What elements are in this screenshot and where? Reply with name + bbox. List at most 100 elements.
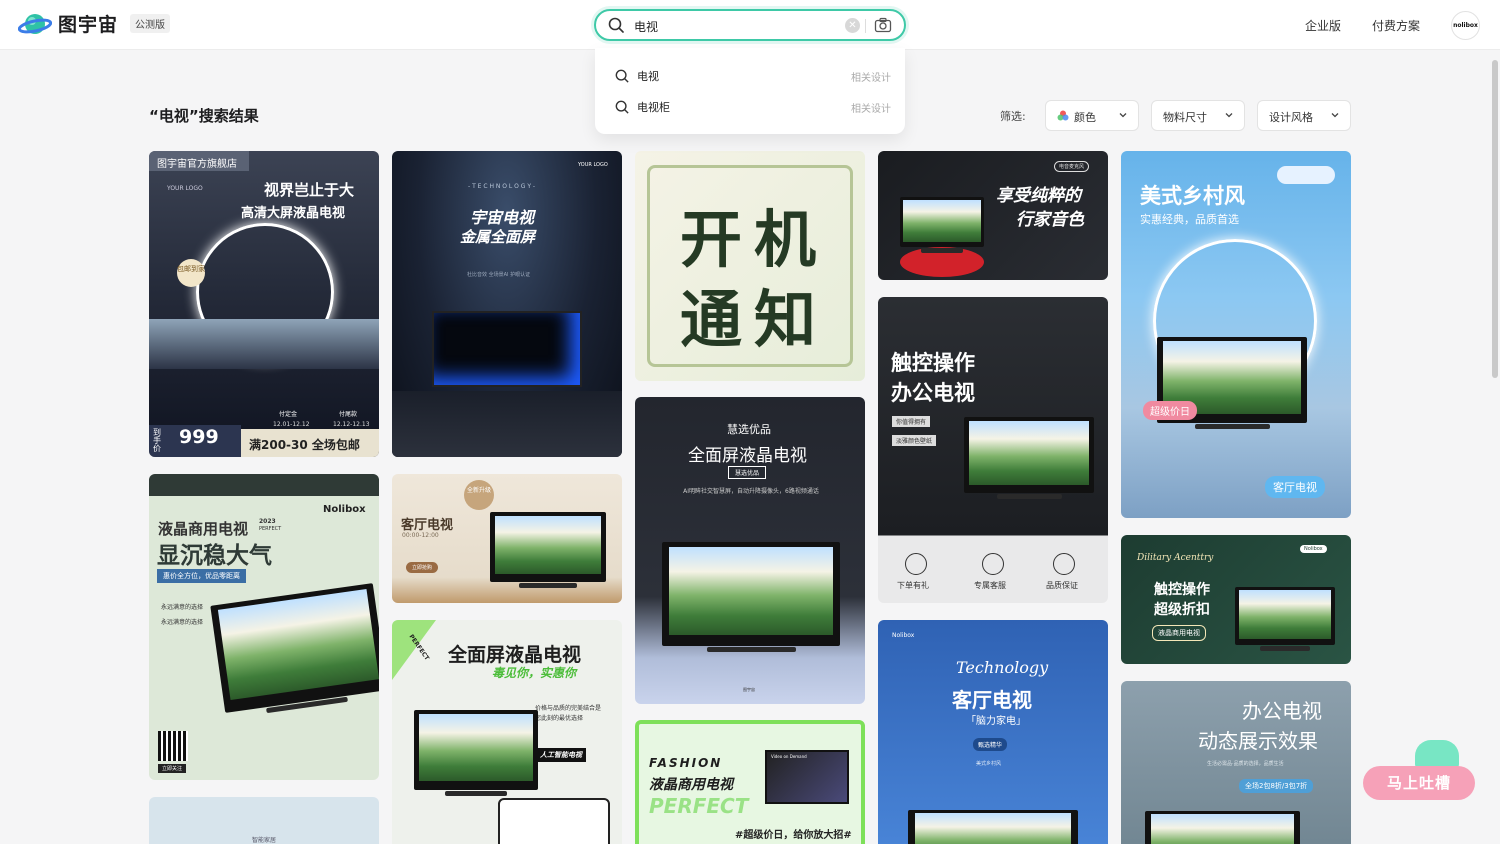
perfect-text: PERFECT — [259, 526, 282, 532]
template-card[interactable]: FASHION 液晶商用电视 PERFECT Video on Demand #… — [635, 720, 865, 844]
year-text: 2023 — [259, 518, 276, 525]
card-subheading: 办公电视 — [891, 381, 975, 405]
buy-button[interactable]: 立即抢购 — [406, 562, 439, 573]
brand-text: Nolibox — [323, 504, 366, 515]
pricing-link[interactable]: 付费方案 — [1372, 17, 1420, 34]
chevron-down-icon — [1118, 110, 1128, 123]
page-scrollbar[interactable] — [1492, 60, 1498, 378]
deposit-label: 付定金 — [279, 411, 298, 418]
filter-text: 颜色 — [1074, 111, 1096, 124]
card-subheading: 显沉稳大气 — [157, 543, 272, 569]
chevron-down-icon — [1224, 110, 1234, 123]
template-card[interactable]: 电音麦克风 享受纯粹的 行家音色 — [878, 151, 1108, 280]
delivery-badge: 包邮到家 — [177, 259, 205, 287]
feature-text: 杜比音效 全场景AI 护眼认证 — [467, 272, 531, 278]
device-frame — [498, 798, 610, 844]
suggestion-text: 电视柜 — [637, 101, 670, 114]
sea-horizon — [149, 319, 379, 369]
desc-text: 美式乡村风 — [976, 761, 1002, 767]
search-suggestions: 电视 相关设计 电视柜 相关设计 — [595, 48, 905, 134]
template-card[interactable]: 办公电视 动态展示效果 生活必需品·品质的选择，品质生活 全场2包8折/3包7折 — [1121, 681, 1351, 844]
card-tag: 慧选优品 — [728, 466, 767, 479]
script-text: Technology — [956, 658, 1049, 677]
tv-image — [1235, 587, 1335, 651]
card-heading: 开机 — [680, 203, 829, 276]
camera-icon[interactable] — [874, 17, 892, 37]
service-icon — [982, 553, 1004, 575]
tv-image — [1145, 811, 1300, 844]
search-icon — [608, 17, 624, 37]
price-tag: 到手价 — [153, 428, 161, 453]
icon-label: 下单有礼 — [897, 581, 929, 590]
thumbs-up-icon — [1053, 553, 1075, 575]
card-heading: FASHION — [649, 756, 723, 770]
tech-label: - T E C H N O L O G Y - — [468, 183, 536, 190]
category-button[interactable]: 客厅电视 — [1265, 476, 1325, 498]
tv-image — [908, 810, 1078, 844]
template-card[interactable]: 触控操作 办公电视 你值得拥有 淡雅颜色壁纸 下单有礼 专属客服 品质保证 — [878, 297, 1108, 603]
enterprise-link[interactable]: 企业版 — [1305, 17, 1341, 34]
qr-label: 立即关注 — [158, 764, 187, 773]
card-tag: 全场2包8折/3包7折 — [1239, 779, 1314, 793]
clear-icon[interactable]: ✕ — [845, 18, 860, 33]
suggestion-item[interactable]: 电视柜 相关设计 — [595, 91, 905, 121]
brand-logo[interactable]: 图宇宙 公测版 — [17, 10, 171, 37]
template-card[interactable]: 美式乡村风 实惠经典，品质首选 超级价日 客厅电视 — [1121, 151, 1351, 518]
card-subheading: 毒见你，实惠你 — [492, 666, 577, 680]
tv-image — [414, 710, 538, 796]
date-range: 12.01-12.12 — [273, 421, 310, 428]
script-text: Dilitary Acenttry — [1137, 553, 1214, 563]
tv-image — [432, 311, 582, 387]
seal-badge: 全新升级 — [464, 480, 494, 510]
suggestion-item[interactable]: 电视 相关设计 — [595, 60, 905, 90]
logo-pill — [1277, 166, 1335, 184]
color-wheel-icon — [1057, 110, 1069, 125]
template-card[interactable]: Nolibox Technology 客厅电视 「脑力家电」 甄选精华 美式乡村… — [878, 620, 1108, 844]
desc-text: 价格与品质的完美结合是您此刻的最优选择 — [535, 705, 602, 722]
filter-text: 物料尺寸 — [1163, 111, 1207, 124]
card-heading: 全面屏液晶电视 — [688, 446, 807, 466]
template-card[interactable]: 客厅电视 00:00-12:00 立即抢购 全新升级 — [392, 474, 622, 603]
size-filter[interactable]: 物料尺寸 — [1151, 100, 1245, 131]
feedback-button[interactable]: 马上吐槽 — [1363, 740, 1475, 800]
template-card[interactable]: 图宇宙官方旗舰店 YOUR LOGO 视界岂止于大 高清大屏液晶电视 包邮到家 … — [149, 151, 379, 457]
template-card[interactable]: Dilitary Acenttry Nolibox 触控操作 超级折扣 液晶商用… — [1121, 535, 1351, 664]
top-header: 图宇宙 公测版 电视 ✕ 企业版 付费方案 nolibox — [0, 0, 1500, 50]
check-item: 永远满意的选择 — [161, 604, 204, 611]
rock-base — [392, 391, 622, 457]
template-card[interactable]: 慧选优品 全面屏液晶电视 慧选优品 AI明眸社交智慧屏，自动升降摄像头，6路视频… — [635, 397, 865, 704]
color-filter[interactable]: 颜色 — [1045, 100, 1139, 131]
avatar[interactable]: nolibox — [1451, 11, 1480, 40]
suggestion-tag: 相关设计 — [851, 104, 891, 115]
brand-text: Nolibox — [1300, 545, 1327, 553]
search-input[interactable]: 电视 — [634, 18, 658, 35]
template-card[interactable]: Nolibox 液晶商用电视 2023 PERFECT 显沉稳大气 惠价全方位，… — [149, 474, 379, 780]
tv-image — [662, 542, 840, 652]
results-title: “电视”搜索结果 — [149, 107, 259, 125]
style-filter[interactable]: 设计风格 — [1257, 100, 1351, 131]
search-divider — [865, 19, 866, 33]
card-subheading: 液晶商用电视 — [649, 777, 733, 793]
card-tag: 你值得拥有 — [892, 416, 931, 427]
card-subheading: 行家音色 — [1016, 210, 1084, 230]
template-card[interactable]: PERFECT 全面屏液晶电视 毒见你，实惠你 价格与品质的完美结合是您此刻的最… — [392, 620, 622, 844]
chevron-down-icon — [1330, 110, 1340, 123]
beta-badge: 公测版 — [130, 14, 171, 33]
card-heading: 办公电视 — [1242, 699, 1322, 723]
desc-text: AI明眸社交智慧屏，自动升降摄像头，6路视频通话 — [683, 488, 819, 495]
search-box[interactable]: 电视 ✕ — [594, 9, 906, 41]
template-card[interactable]: 开机 通知 — [635, 151, 865, 381]
template-card[interactable]: YOUR LOGO - T E C H N O L O G Y - 宇宙电视 金… — [392, 151, 622, 457]
date-range: 12.12-12.13 — [333, 421, 370, 428]
card-subheading: 高清大屏液晶电视 — [241, 206, 346, 221]
card-subheading: 金属全面屏 — [460, 228, 536, 246]
filter-label: 筛选: — [1000, 110, 1026, 123]
card-title3: PERFECT — [649, 794, 749, 818]
template-card[interactable]: 智能家居 — [149, 797, 379, 844]
price-value: 999 — [179, 426, 219, 448]
card-heading: 客厅电视 — [401, 518, 454, 533]
card-heading: 触控操作 — [1154, 582, 1210, 598]
qr-code — [158, 731, 188, 761]
gift-icon — [905, 553, 927, 575]
card-topbar — [149, 474, 379, 496]
